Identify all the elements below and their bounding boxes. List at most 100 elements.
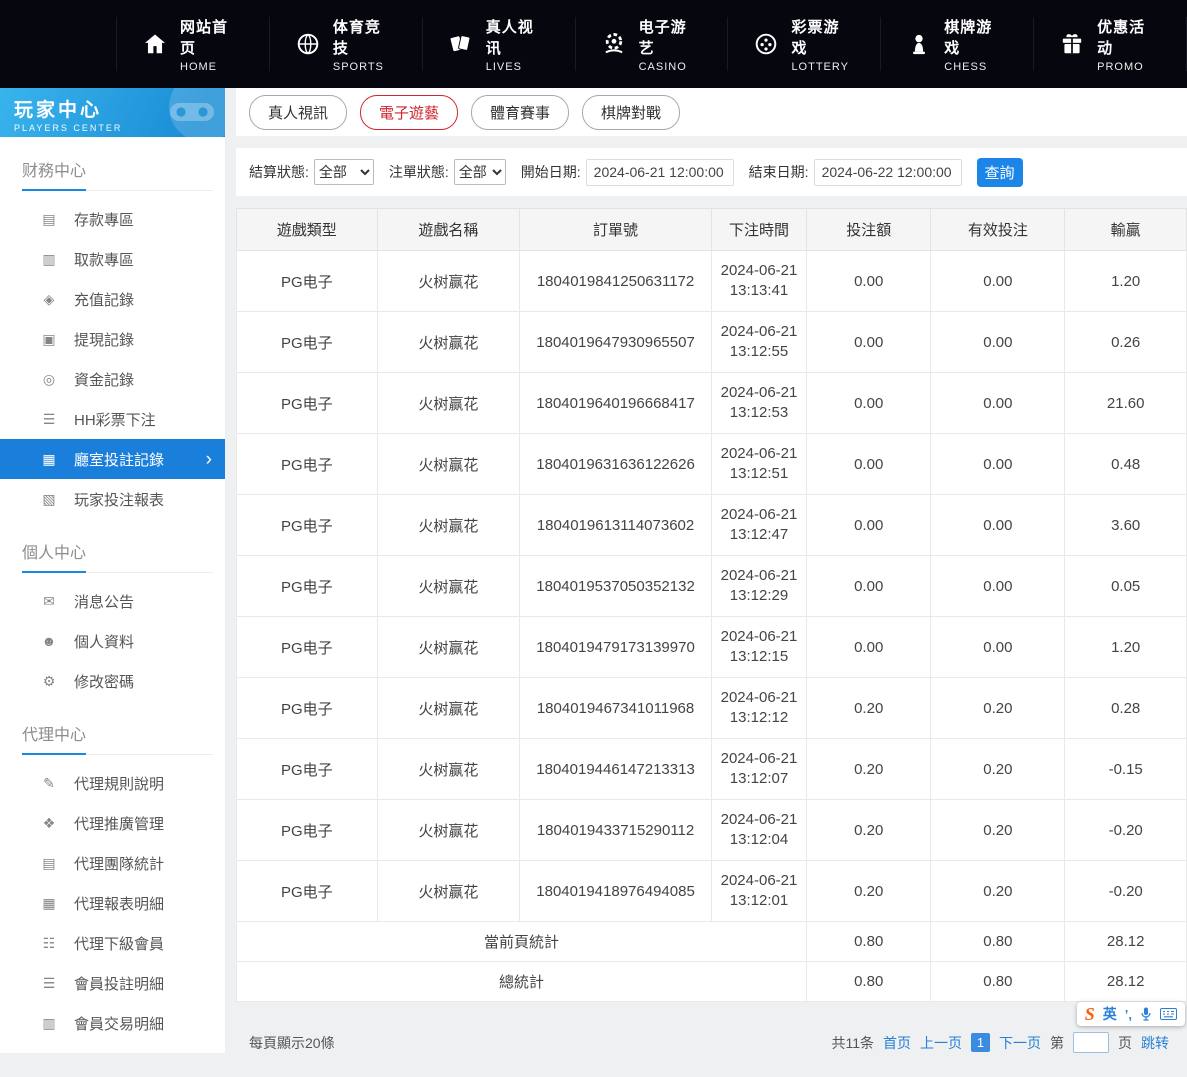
sidebar-item-deposit[interactable]: ▤存款專區: [0, 199, 225, 239]
nav-casino[interactable]: 电子游艺 CASINO: [575, 17, 728, 71]
nav-label-en: CHESS: [944, 61, 1008, 73]
sidebar-item-funds-record[interactable]: ◎資金記錄: [0, 359, 225, 399]
cell-bet-amount: 0.00: [806, 434, 930, 495]
table-row: PG电子火树赢花18040194673410119682024-06-2113:…: [237, 678, 1187, 739]
nav-chess[interactable]: 棋牌游戏 CHESS: [880, 17, 1033, 71]
nav-label-cn: 真人视讯: [486, 16, 550, 58]
nav-label-en: CASINO: [639, 61, 703, 73]
sidebar-item-hh-lottery-bet[interactable]: ☰HH彩票下注: [0, 399, 225, 439]
cell-bet-amount: 0.20: [806, 861, 930, 922]
next-page-link[interactable]: 下一页: [999, 1033, 1041, 1053]
tab-live-video[interactable]: 真人視訊: [249, 95, 347, 130]
sidebar-item-player-report[interactable]: ▧玩家投注報表: [0, 479, 225, 519]
casino-chip-icon: [601, 31, 627, 57]
sidebar-item-recharge-record[interactable]: ◈充值記錄: [0, 279, 225, 319]
bet-records-table: 遊戲類型 遊戲名稱 訂單號 下注時間 投注額 有效投注 輸贏 PG电子火树赢花1…: [236, 208, 1187, 1002]
current-page-indicator[interactable]: 1: [971, 1033, 990, 1052]
query-button[interactable]: 查詢: [977, 158, 1023, 187]
sidebar-item-agent-members[interactable]: ☷代理下級會員: [0, 923, 225, 963]
cell-game-name: 火树赢花: [377, 495, 520, 556]
first-page-link[interactable]: 首页: [883, 1033, 911, 1053]
home-icon: [142, 31, 168, 57]
players-center-header: 玩家中心 PLAYERS CENTER: [0, 88, 225, 137]
cell-order-no: 1804019647930965507: [520, 312, 712, 373]
cell-bet-time: 2024-06-2113:13:41: [711, 251, 806, 312]
top-navigation: 网站首页HOME 体育竞技SPORTS 真人视讯LIVES 电子游艺 CASINO…: [0, 0, 1187, 88]
cell-win-loss: -0.15: [1065, 739, 1187, 800]
cell-win-loss: 1.20: [1065, 251, 1187, 312]
sidebar-item-notices[interactable]: ✉消息公告: [0, 581, 225, 621]
sidebar-item-agent-team-stats[interactable]: ▤代理團隊統計: [0, 843, 225, 883]
end-date-label: 結束日期:: [749, 162, 809, 182]
sidebar-item-member-bets[interactable]: ☰會員投註明細: [0, 963, 225, 1003]
tab-chess-battle[interactable]: 棋牌對戰: [582, 95, 680, 130]
nav-label-en: SPORTS: [333, 61, 397, 73]
nav-label-cn: 棋牌游戏: [944, 16, 1008, 58]
header-game-name: 遊戲名稱: [377, 209, 520, 251]
sidebar-item-agent-report[interactable]: ▦代理報表明細: [0, 883, 225, 923]
jump-link[interactable]: 跳转: [1141, 1033, 1169, 1053]
sidebar-item-withdraw[interactable]: ▥取款專區: [0, 239, 225, 279]
total-summary-win-loss: 28.12: [1065, 962, 1187, 1002]
cell-game-name: 火树赢花: [377, 312, 520, 373]
cell-win-loss: 1.20: [1065, 617, 1187, 678]
cell-valid-bet: 0.20: [931, 800, 1065, 861]
nav-label-cn: 彩票游戏: [791, 16, 855, 58]
sidebar-item-member-transactions[interactable]: ▥會員交易明細: [0, 1003, 225, 1043]
cell-valid-bet: 0.00: [931, 556, 1065, 617]
cell-valid-bet: 0.00: [931, 495, 1065, 556]
sogou-logo-icon[interactable]: S: [1085, 1004, 1095, 1025]
ime-language-toggle[interactable]: 英: [1103, 1004, 1117, 1024]
page-summary-bet-amount: 0.80: [806, 922, 930, 962]
cell-game-type: PG电子: [237, 312, 378, 373]
order-status-select[interactable]: 全部: [454, 159, 506, 185]
sidebar-item-label: 消息公告: [74, 591, 134, 612]
sidebar-item-agent-rules[interactable]: ✎代理規則說明: [0, 763, 225, 803]
microphone-icon[interactable]: [1140, 1007, 1152, 1021]
total-summary-bet-amount: 0.80: [806, 962, 930, 1002]
cell-win-loss: 0.28: [1065, 678, 1187, 739]
cell-valid-bet: 0.00: [931, 373, 1065, 434]
cell-game-name: 火树赢花: [377, 251, 520, 312]
start-date-input[interactable]: [586, 159, 734, 186]
funds-record-icon: ◎: [40, 371, 58, 388]
sidebar-item-change-password[interactable]: ⚙修改密碼: [0, 661, 225, 701]
sidebar-item-label: 修改密碼: [74, 671, 134, 692]
cell-bet-time: 2024-06-2113:12:29: [711, 556, 806, 617]
cell-order-no: 1804019537050352132: [520, 556, 712, 617]
member-transactions-icon: ▥: [40, 1015, 58, 1032]
ime-punctuation-toggle[interactable]: ’,: [1125, 1007, 1132, 1022]
cell-valid-bet: 0.00: [931, 617, 1065, 678]
nav-lottery[interactable]: 彩票游戏LOTTERY: [727, 17, 880, 71]
bet-records-table-panel: 遊戲類型 遊戲名稱 訂單號 下注時間 投注額 有效投注 輸贏 PG电子火树赢花1…: [236, 208, 1187, 1002]
nav-home[interactable]: 网站首页HOME: [116, 17, 269, 71]
nav-promo[interactable]: 优惠活动PROMO: [1033, 17, 1187, 71]
end-date-input[interactable]: [814, 159, 962, 186]
tab-electronic-games[interactable]: 電子遊藝: [360, 95, 458, 130]
keyboard-icon[interactable]: [1160, 1008, 1177, 1020]
nav-label-cn: 电子游艺: [639, 16, 703, 58]
deposit-icon: ▤: [40, 211, 58, 228]
sidebar-item-label: 提現記錄: [74, 329, 134, 350]
nav-lives[interactable]: 真人视讯LIVES: [422, 17, 575, 71]
jump-label-pre: 第: [1050, 1033, 1064, 1053]
tab-sports-events[interactable]: 體育賽事: [471, 95, 569, 130]
cell-bet-time: 2024-06-2113:12:07: [711, 739, 806, 800]
sidebar-item-room-bet-record[interactable]: ▦廳室投註記錄›: [0, 439, 225, 479]
cell-win-loss: 0.48: [1065, 434, 1187, 495]
order-status-label: 注單狀態:: [389, 162, 449, 182]
page-summary-win-loss: 28.12: [1065, 922, 1187, 962]
nav-sports[interactable]: 体育竞技SPORTS: [269, 17, 422, 71]
page-jump-input[interactable]: [1073, 1032, 1109, 1053]
total-summary-valid-bet: 0.80: [931, 962, 1065, 1002]
settle-status-select[interactable]: 全部: [314, 159, 374, 185]
sidebar-item-profile[interactable]: ☻個人資料: [0, 621, 225, 661]
cell-game-name: 火树赢花: [377, 556, 520, 617]
sidebar-item-agent-promotion[interactable]: ❖代理推廣管理: [0, 803, 225, 843]
cell-win-loss: 0.05: [1065, 556, 1187, 617]
sidebar-item-label: 會員投註明細: [74, 973, 164, 994]
sidebar-item-withdrawal-record[interactable]: ▣提現記錄: [0, 319, 225, 359]
prev-page-link[interactable]: 上一页: [920, 1033, 962, 1053]
withdraw-icon: ▥: [40, 251, 58, 268]
sidebar-item-label: 代理規則說明: [74, 773, 164, 794]
